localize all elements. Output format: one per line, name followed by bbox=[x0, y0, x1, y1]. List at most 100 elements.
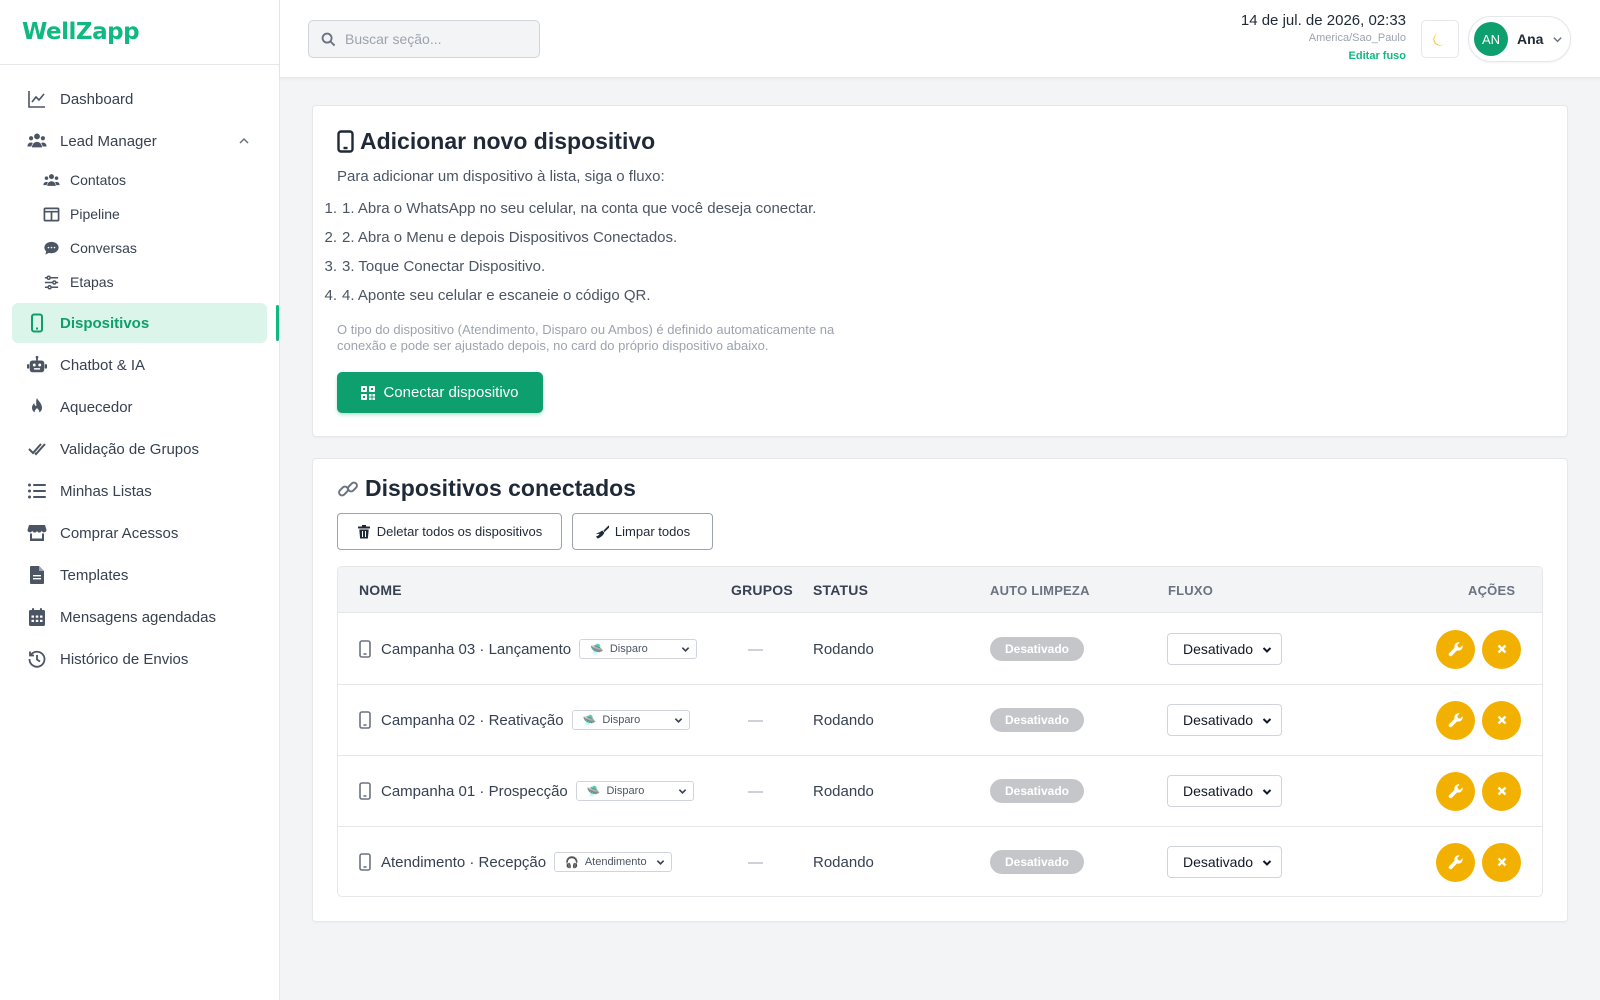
sidebar-subitem-label: Pipeline bbox=[70, 206, 120, 222]
groups-value: — bbox=[748, 640, 763, 658]
connect-device-label: Conectar dispositivo bbox=[383, 384, 519, 401]
remove-device-button[interactable] bbox=[1482, 842, 1521, 882]
remove-device-button[interactable] bbox=[1482, 771, 1521, 811]
active-indicator bbox=[276, 305, 279, 341]
edit-timezone-link[interactable]: Editar fuso bbox=[1241, 50, 1406, 62]
brand-logo[interactable]: WellZapp bbox=[22, 19, 140, 45]
sidebar-item-label: Dispositivos bbox=[60, 314, 150, 332]
sidebar-item-minhas-listas[interactable]: Minhas Listas bbox=[12, 471, 267, 511]
settings-button[interactable] bbox=[1436, 842, 1475, 882]
sidebar-subitem-pipeline[interactable]: Pipeline bbox=[0, 197, 279, 231]
ufo-icon: 🛸 bbox=[590, 643, 604, 656]
sidebar-subitem-conversas[interactable]: Conversas bbox=[0, 231, 279, 265]
chevron-down-icon bbox=[656, 860, 665, 865]
groups-value: — bbox=[748, 711, 763, 729]
step-item: 3. 3. Toque Conectar Dispositivo. bbox=[324, 258, 546, 275]
sidebar-subitem-label: Etapas bbox=[70, 274, 114, 290]
section-title: Dispositivos conectados bbox=[365, 475, 636, 501]
delete-all-devices-button[interactable]: Deletar todos os dispositivos bbox=[337, 513, 562, 550]
broom-icon bbox=[595, 524, 609, 539]
search-input[interactable] bbox=[345, 31, 535, 47]
user-menu[interactable]: AN Ana bbox=[1468, 16, 1571, 62]
sidebar-item-dispositivos[interactable]: Dispositivos bbox=[12, 303, 279, 343]
sidebar-item-aquecedor[interactable]: Aquecedor bbox=[12, 387, 267, 427]
logo-area: WellZapp bbox=[0, 0, 279, 65]
flow-select[interactable]: Desativado bbox=[1167, 633, 1282, 665]
remove-device-button[interactable] bbox=[1482, 700, 1521, 740]
chevron-down-icon bbox=[674, 718, 682, 723]
theme-toggle-button[interactable] bbox=[1421, 20, 1459, 58]
close-icon bbox=[1497, 786, 1506, 796]
chevron-down-icon bbox=[1262, 647, 1272, 653]
robot-icon bbox=[26, 354, 48, 376]
status-value: Rodando bbox=[813, 711, 874, 729]
settings-button[interactable] bbox=[1436, 700, 1475, 740]
auto-clean-badge: Desativado bbox=[990, 708, 1084, 732]
device-name-cell: Campanha 02 · Reativação 🛸 Disparo bbox=[359, 685, 690, 755]
chevron-down-icon bbox=[681, 647, 690, 652]
flow-select-value: Desativado bbox=[1183, 712, 1254, 728]
avatar: AN bbox=[1474, 22, 1508, 56]
connected-devices-heading: Dispositivos conectados bbox=[337, 475, 636, 502]
sidebar-item-templates[interactable]: Templates bbox=[12, 555, 267, 595]
flow-select[interactable]: Desativado bbox=[1167, 704, 1282, 736]
qr-code-icon bbox=[361, 385, 376, 400]
ufo-icon: 🛸 bbox=[586, 785, 601, 798]
connect-device-button[interactable]: Conectar dispositivo bbox=[337, 372, 543, 413]
sidebar-subitem-label: Conversas bbox=[70, 240, 137, 256]
history-icon bbox=[26, 648, 48, 670]
chevron-up-icon[interactable] bbox=[237, 134, 251, 148]
device-name-cell: Campanha 03 · Lançamento 🛸 Disparo bbox=[359, 614, 698, 684]
timezone-label: America/Sao_Paulo bbox=[1308, 32, 1406, 44]
settings-button[interactable] bbox=[1436, 771, 1475, 811]
sidebar-subitem-contatos[interactable]: Contatos bbox=[0, 163, 279, 197]
sidebar-item-comprar-acessos[interactable]: Comprar Acessos bbox=[12, 513, 267, 553]
connected-devices-card: Dispositivos conectados Deletar todos os… bbox=[312, 458, 1568, 922]
groups-value: — bbox=[748, 853, 763, 871]
device-type-select[interactable]: 🛸 Disparo bbox=[575, 781, 694, 801]
columns-icon bbox=[42, 205, 60, 223]
clear-all-button[interactable]: Limpar todos bbox=[572, 513, 713, 550]
chat-icon bbox=[42, 239, 60, 257]
flow-select[interactable]: Desativado bbox=[1167, 846, 1282, 878]
col-header-groups: GRUPOS bbox=[731, 582, 793, 598]
store-icon bbox=[26, 522, 48, 544]
sidebar-item-dashboard[interactable]: Dashboard bbox=[12, 79, 267, 119]
device-name: Campanha 03 · Lançamento bbox=[381, 640, 572, 658]
device-type-note: O tipo do dispositivo (Atendimento, Disp… bbox=[337, 322, 835, 353]
sidebar-item-validacao-grupos[interactable]: Validação de Grupos bbox=[12, 429, 267, 469]
table-header: NOME GRUPOS STATUS AUTO LIMPEZA FLUXO AÇ… bbox=[338, 567, 1542, 613]
sidebar-item-label: Chatbot & IA bbox=[60, 356, 146, 374]
device-icon bbox=[359, 711, 371, 729]
sidebar-item-lead-manager[interactable]: Lead Manager bbox=[12, 121, 267, 161]
sidebar-item-label: Lead Manager bbox=[60, 132, 157, 150]
device-type-select[interactable]: 🎧 Atendimento bbox=[554, 852, 673, 872]
wrench-icon bbox=[1448, 713, 1463, 728]
trash-icon bbox=[357, 524, 370, 538]
device-type-select[interactable]: 🛸 Disparo bbox=[579, 639, 698, 659]
devices-table: NOME GRUPOS STATUS AUTO LIMPEZA FLUXO AÇ… bbox=[337, 566, 1543, 897]
col-header-status: STATUS bbox=[813, 582, 869, 598]
sidebar: WellZapp Dashboard Lead Manager Contatos bbox=[0, 0, 280, 1000]
device-icon bbox=[359, 782, 371, 800]
close-icon bbox=[1497, 644, 1506, 654]
delete-all-label: Deletar todos os dispositivos bbox=[376, 524, 543, 539]
sidebar-item-label: Validação de Grupos bbox=[60, 440, 199, 458]
device-type-value: Atendimento bbox=[584, 856, 647, 868]
sidebar-subitem-etapas[interactable]: Etapas bbox=[0, 265, 279, 299]
sliders-icon bbox=[42, 273, 60, 291]
col-header-auto-clean: AUTO LIMPEZA bbox=[990, 583, 1090, 598]
device-icon bbox=[359, 640, 371, 658]
search-box[interactable] bbox=[308, 20, 540, 58]
settings-button[interactable] bbox=[1436, 629, 1475, 669]
sidebar-subitem-label: Contatos bbox=[70, 172, 127, 188]
add-device-heading: Adicionar novo dispositivo bbox=[337, 128, 655, 155]
remove-device-button[interactable] bbox=[1482, 629, 1521, 669]
auto-clean-badge: Desativado bbox=[990, 637, 1084, 661]
flow-select[interactable]: Desativado bbox=[1167, 775, 1282, 807]
sidebar-item-mensagens-agendadas[interactable]: Mensagens agendadas bbox=[12, 597, 267, 637]
table-row: Campanha 01 · Prospecção 🛸 Disparo — Rod… bbox=[338, 756, 1542, 827]
device-type-select[interactable]: 🛸 Disparo bbox=[571, 710, 690, 730]
sidebar-item-chatbot[interactable]: Chatbot & IA bbox=[12, 345, 267, 385]
sidebar-item-historico-envios[interactable]: Histórico de Envios bbox=[12, 639, 267, 679]
